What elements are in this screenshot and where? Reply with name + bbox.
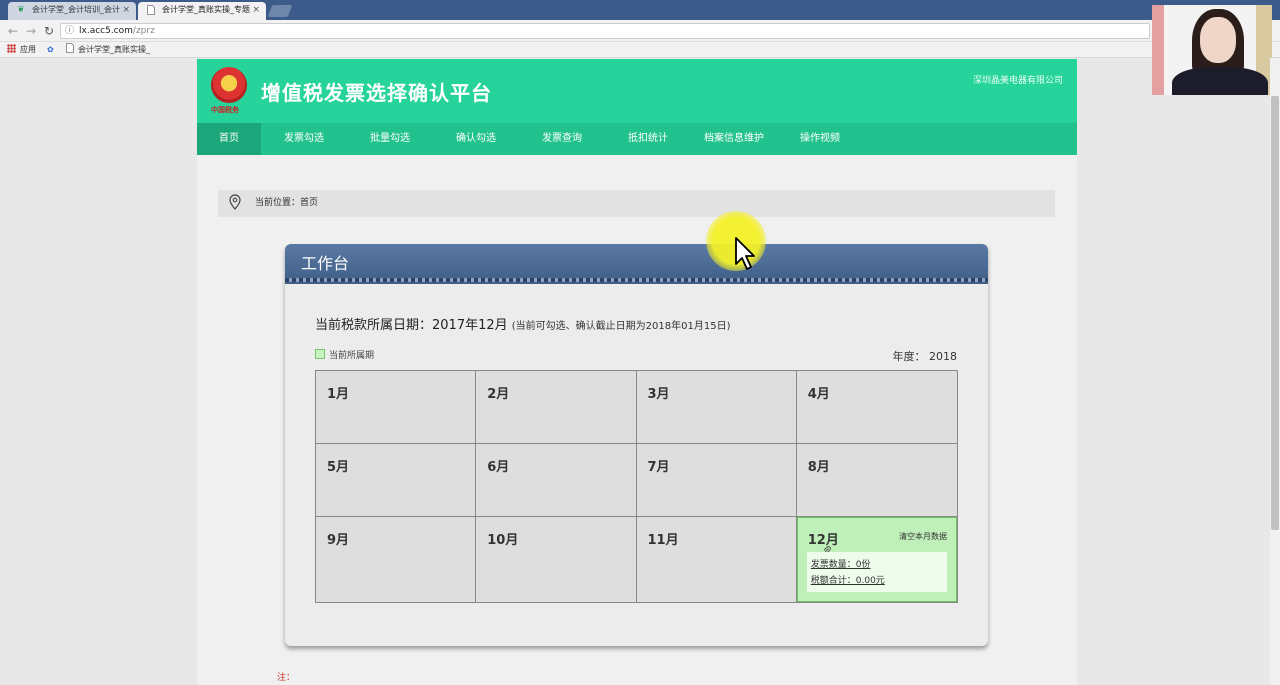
url-path: /zprz	[132, 26, 155, 36]
breadcrumb: 当前位置：首页	[218, 190, 1055, 217]
tab-title: 会计学堂_会计培训_会计	[32, 5, 120, 14]
site-title: 增值税发票选择确认平台	[261, 81, 492, 105]
nav-invoice-query[interactable]: 发票查询	[519, 123, 605, 155]
location-pin-icon	[229, 194, 241, 210]
month-cell[interactable]: 6月	[476, 444, 637, 517]
browser-tab-active[interactable]: 会计学堂_真账实操_专题 ×	[138, 2, 266, 20]
close-icon[interactable]: ×	[252, 2, 260, 18]
year-value: 2018	[929, 350, 957, 363]
legend-label: 当前所属期	[329, 351, 375, 361]
month-cell[interactable]: 5月	[316, 444, 477, 517]
header-stitch-decoration	[285, 278, 988, 282]
nav-tutorial-video[interactable]: 操作视频	[777, 123, 863, 155]
tax-period-heading: 当前税款所属日期：2017年12月 (当前可勾选、确认截止日期为2018年01月…	[315, 314, 730, 333]
month-label: 9月	[327, 533, 350, 548]
bookshelf-decoration	[1152, 5, 1164, 95]
url-host: lx.acc5.com	[79, 26, 133, 36]
presenter-body	[1172, 67, 1268, 95]
month-cell[interactable]: 1月	[316, 371, 477, 444]
page-icon	[66, 43, 74, 53]
bookmark-item[interactable]: 会计学堂_真账实操_	[66, 43, 150, 57]
bookmark-apps[interactable]: 应用	[7, 43, 36, 57]
month-cell[interactable]: 8月	[796, 444, 957, 517]
month-label: 2月	[487, 387, 510, 402]
nav-confirm-select[interactable]: 确认勾选	[433, 123, 519, 155]
nav-deduction-stats[interactable]: 抵扣统计	[605, 123, 691, 155]
workbench-header: 工作台	[285, 244, 988, 284]
address-bar: ← → ↻ ⓘ lx.acc5.com/zprz	[0, 20, 1280, 42]
month-label: 11月	[647, 533, 679, 548]
month-cell[interactable]: 4月	[796, 371, 957, 444]
leaf-icon: ❦	[17, 5, 25, 15]
month-cell[interactable]: 11月	[636, 517, 797, 602]
nav-batch-select[interactable]: 批量勾选	[347, 123, 433, 155]
bookmarks-bar: 应用 ✿ 会计学堂_真账实操_	[0, 42, 1280, 58]
nav-home[interactable]: 首页	[197, 123, 261, 155]
workbench-panel: 工作台 当前税款所属日期：2017年12月 (当前可勾选、确认截止日期为2018…	[285, 244, 988, 646]
tax-emblem-icon	[211, 67, 247, 103]
back-icon[interactable]: ←	[8, 24, 18, 38]
tax-period-label: 当前税款所属日期：2017年12月	[315, 318, 508, 333]
close-icon[interactable]: ×	[122, 2, 130, 18]
month-cell[interactable]: 9月	[316, 517, 477, 602]
month-cell[interactable]: 2月	[476, 371, 637, 444]
footnote: 注：	[277, 673, 296, 683]
presenter-face	[1200, 17, 1236, 63]
month-cell-current[interactable]: 12月 清空本月数据 发票数量：0份 税额合计：0.00元	[796, 517, 957, 602]
new-tab-button[interactable]	[267, 5, 293, 17]
nav-archive-maintenance[interactable]: 档案信息维护	[691, 123, 777, 155]
workbench-title: 工作台	[301, 254, 350, 273]
tax-total[interactable]: 税额合计：0.00元	[811, 573, 885, 586]
tab-title: 会计学堂_真账实操_专题	[162, 5, 250, 14]
bookmark-label: 会计学堂_真账实操_	[78, 45, 150, 54]
apps-grid-icon	[7, 44, 16, 53]
browser-tab-bar: ❦ 会计学堂_会计培训_会计 × 会计学堂_真账实操_专题 ×	[0, 0, 1280, 20]
tax-period-note: (当前可勾选、确认截止日期为2018年01月15日)	[511, 321, 731, 332]
month-cell[interactable]: 3月	[636, 371, 797, 444]
invoice-count[interactable]: 发票数量：0份	[811, 557, 871, 570]
url-input[interactable]: ⓘ lx.acc5.com/zprz	[60, 23, 1150, 39]
forward-icon[interactable]: →	[26, 24, 36, 38]
baidu-icon[interactable]: ✿	[47, 43, 54, 57]
info-icon[interactable]: ⓘ	[65, 24, 74, 38]
legend: 当前所属期	[315, 348, 374, 361]
breadcrumb-text: 当前位置：首页	[255, 198, 319, 208]
page-container: 中国税务 增值税发票选择确认平台 深圳晶美电器有限公司 首页 发票勾选 批量勾选…	[197, 59, 1077, 685]
legend-swatch	[315, 349, 325, 359]
month-label: 3月	[647, 387, 670, 402]
month-cell[interactable]: 10月	[476, 517, 637, 602]
emblem-caption: 中国税务	[211, 106, 239, 114]
month-label: 1月	[327, 387, 350, 402]
browser-tab[interactable]: ❦ 会计学堂_会计培训_会计 ×	[8, 2, 136, 20]
presenter-webcam	[1152, 5, 1272, 95]
scrollbar-thumb[interactable]	[1271, 96, 1279, 530]
month-summary-box: 发票数量：0份 税额合计：0.00元	[806, 552, 947, 592]
nav-invoice-select[interactable]: 发票勾选	[261, 123, 347, 155]
clear-month-data-link[interactable]: 清空本月数据	[899, 531, 947, 542]
month-cell[interactable]: 7月	[636, 444, 797, 517]
mouse-cursor-icon	[735, 237, 755, 270]
month-label: 6月	[487, 460, 510, 475]
bookmark-label: 应用	[20, 45, 36, 54]
month-label: 8月	[807, 460, 830, 475]
company-name: 深圳晶美电器有限公司	[972, 76, 1063, 86]
month-grid: 1月 2月 3月 4月 5月 6月 7月 8月 9月 10月 11月 12月 清…	[315, 370, 958, 603]
year-label: 年度：	[892, 350, 926, 363]
year-display: 年度： 2018	[893, 348, 958, 364]
month-label: 4月	[807, 387, 830, 402]
site-banner: 中国税务 增值税发票选择确认平台 深圳晶美电器有限公司	[197, 59, 1077, 123]
month-label: 5月	[327, 460, 350, 475]
page-icon	[146, 5, 156, 15]
month-label: 7月	[647, 460, 670, 475]
month-label: 10月	[487, 533, 519, 548]
main-nav: 首页 发票勾选 批量勾选 确认勾选 发票查询 抵扣统计 档案信息维护 操作视频	[197, 123, 1077, 155]
reload-icon[interactable]: ↻	[44, 24, 54, 38]
